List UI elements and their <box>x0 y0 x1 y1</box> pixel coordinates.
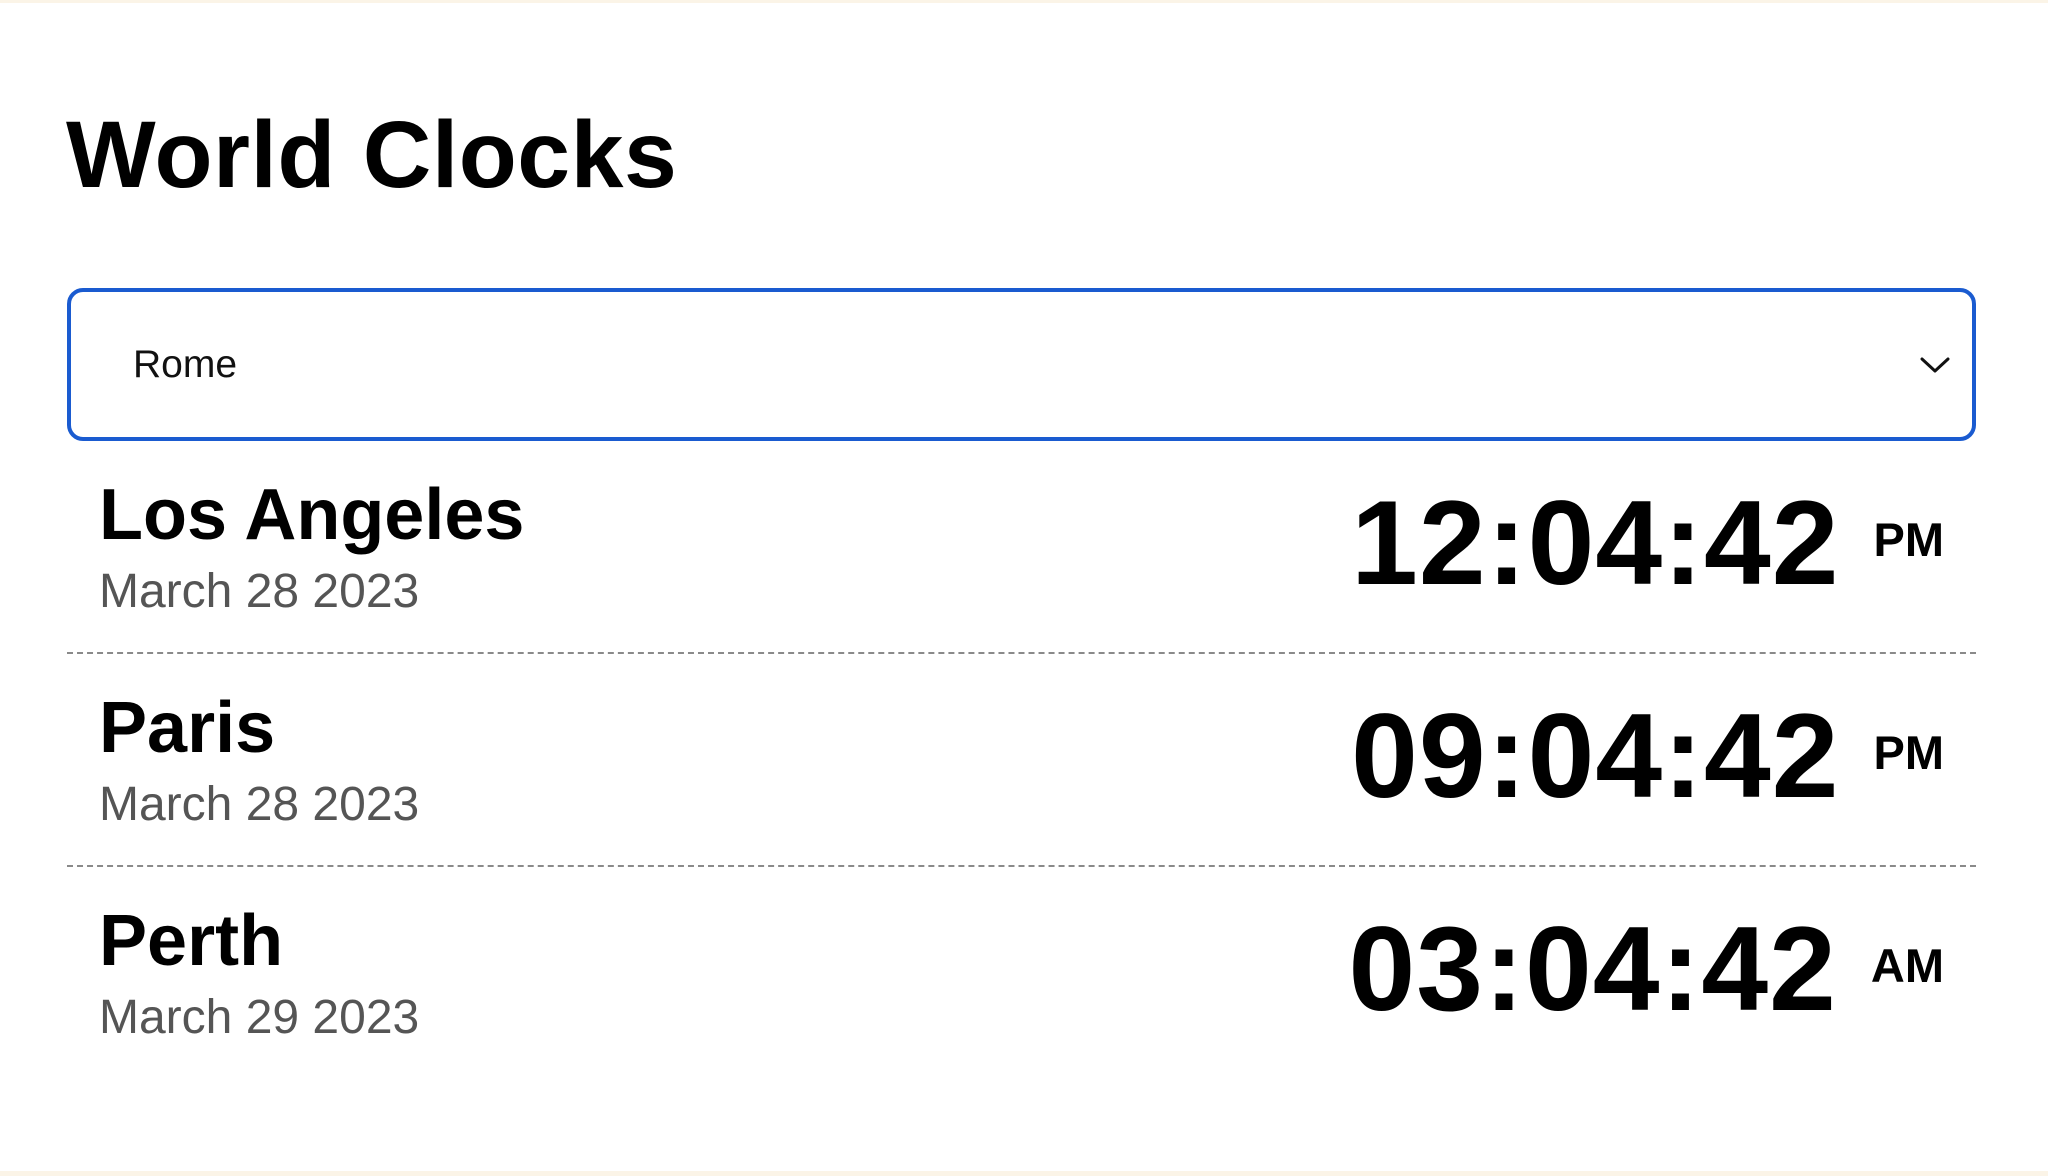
clock-row-paris: Paris March 28 2023 09:04:42 PM <box>67 654 1976 867</box>
city-date: March 28 2023 <box>99 565 420 618</box>
time-period: PM <box>1873 513 1945 566</box>
clock-list: Los Angeles March 28 2023 12:04:42 PM Pa… <box>67 441 1976 1080</box>
world-clocks-page: World Clocks Rome Los Angeles March 28 2… <box>0 3 2048 1171</box>
city-date: March 28 2023 <box>99 778 420 831</box>
time-value: 03:04:42 <box>1348 902 1837 1036</box>
time-display: 09:04:42 PM <box>1351 696 1944 816</box>
time-display: 12:04:42 PM <box>1351 483 1944 603</box>
clock-row-los-angeles: Los Angeles March 28 2023 12:04:42 PM <box>67 441 1976 654</box>
time-value: 12:04:42 <box>1351 476 1840 610</box>
city-name: Paris <box>99 688 276 768</box>
city-select[interactable]: Rome <box>67 288 1976 441</box>
chevron-down-icon <box>1920 357 1950 372</box>
city-name: Los Angeles <box>99 475 525 555</box>
city-select-value: Rome <box>133 342 238 386</box>
city-name: Perth <box>99 901 284 981</box>
time-period: PM <box>1873 726 1945 779</box>
city-date: March 29 2023 <box>99 991 420 1044</box>
time-value: 09:04:42 <box>1351 689 1840 823</box>
page-title: World Clocks <box>66 102 678 208</box>
time-display: 03:04:42 AM <box>1349 909 1944 1029</box>
time-period: AM <box>1870 939 1944 992</box>
clock-row-perth: Perth March 29 2023 03:04:42 AM <box>67 867 1976 1080</box>
